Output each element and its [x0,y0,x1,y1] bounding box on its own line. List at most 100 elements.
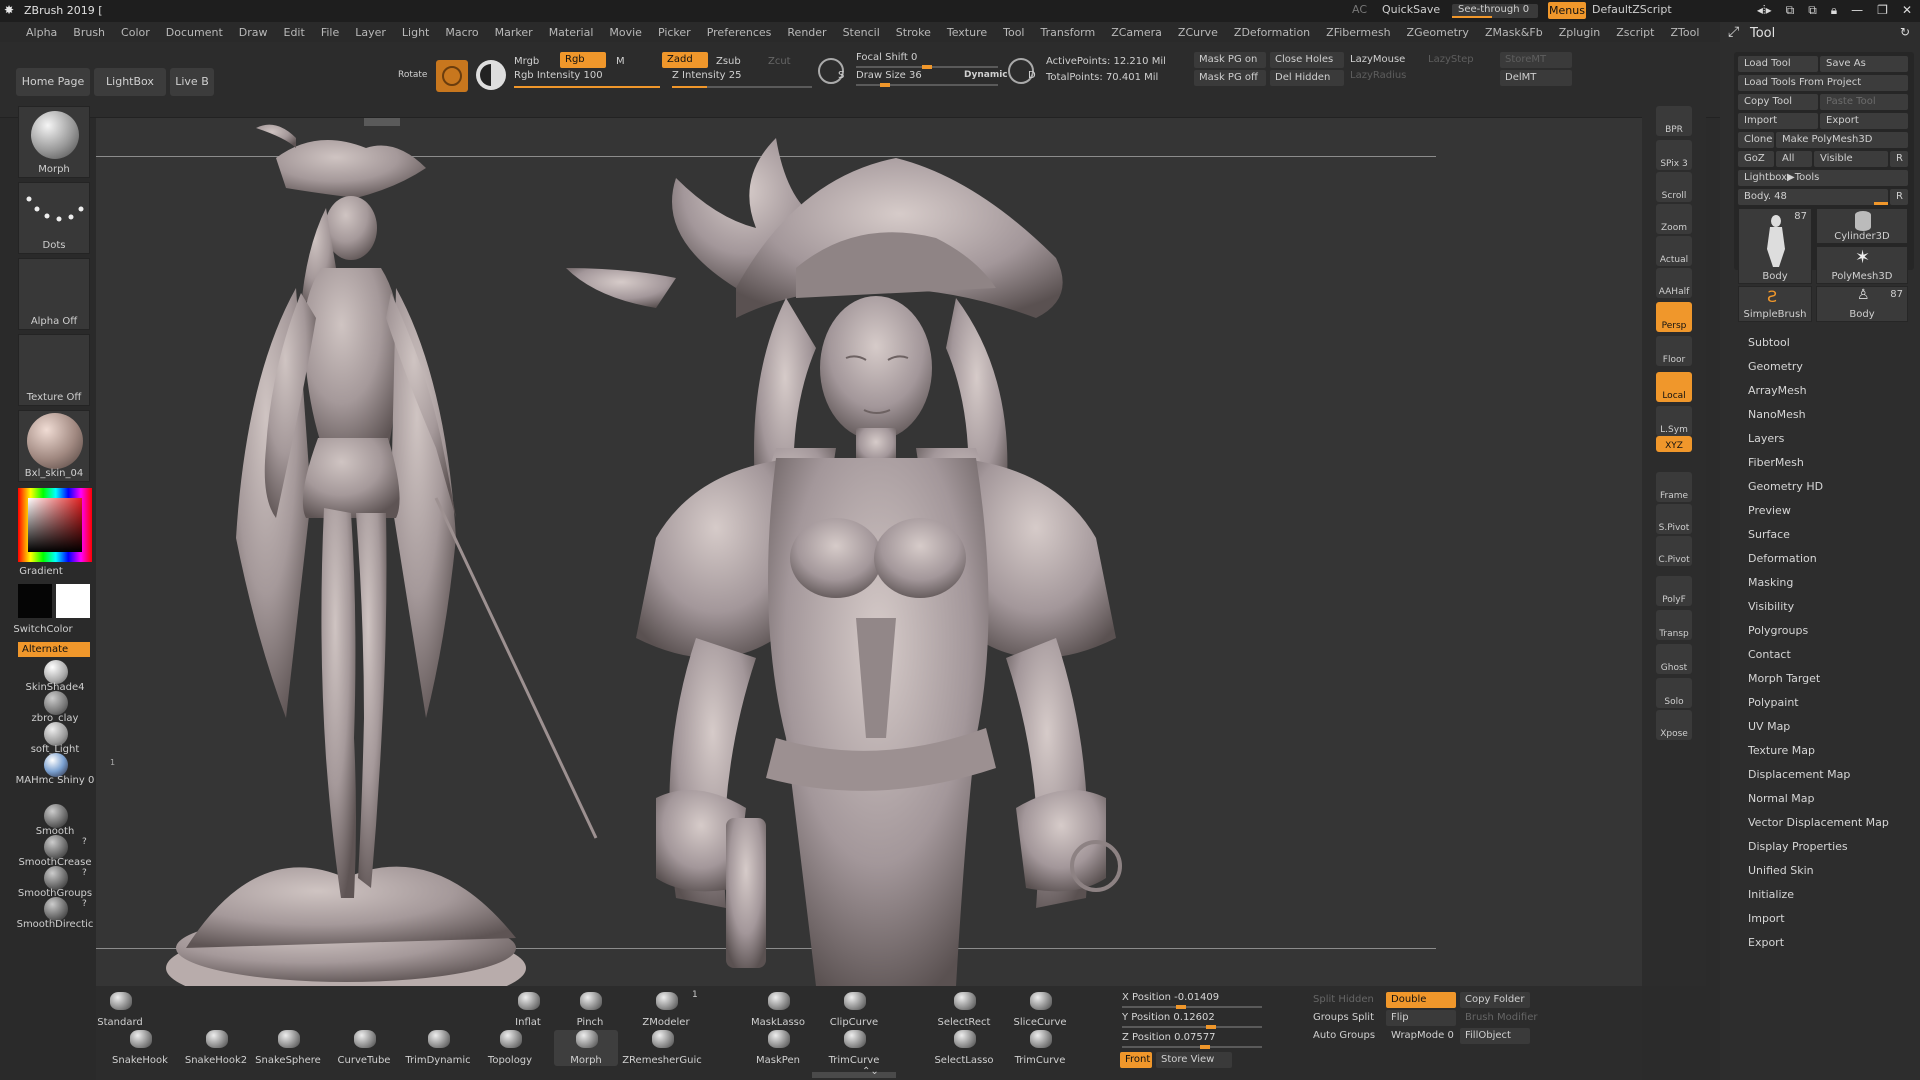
brush-topology[interactable]: Topology [478,1030,542,1066]
subpalette-subtool[interactable]: Subtool [1748,336,1790,349]
subpalette-displacement-map[interactable]: Displacement Map [1748,768,1850,781]
menus-button[interactable]: Menus [1548,2,1586,19]
lazyradius-label[interactable]: LazyRadius [1350,70,1406,81]
menu-movie[interactable]: Movie [601,26,650,39]
subpalette-geometry[interactable]: Geometry [1748,360,1803,373]
subpalette-initialize[interactable]: Initialize [1748,888,1794,901]
zsub-button[interactable]: Zsub [716,56,741,67]
brush-clipcurve[interactable]: ClipCurve [822,992,886,1028]
r-button[interactable]: R [1890,151,1908,167]
xyz-button[interactable]: XYZ [1656,436,1692,452]
menu-zfibermesh[interactable]: ZFibermesh [1318,26,1398,39]
brush-snakehook2[interactable]: SnakeHook2 [184,1030,248,1066]
home-page-button[interactable]: Home Page [16,68,90,96]
menu-alpha[interactable]: Alpha [18,26,65,39]
subpalette-contact[interactable]: Contact [1748,648,1791,661]
zcut-button[interactable]: Zcut [768,56,791,67]
visible-button[interactable]: Visible [1814,151,1888,167]
menu-zcamera[interactable]: ZCamera [1103,26,1170,39]
m-button[interactable]: M [616,56,625,67]
menu-edit[interactable]: Edit [276,26,313,39]
double-button[interactable]: Double [1386,992,1456,1008]
subpalette-nanomesh[interactable]: NanoMesh [1748,408,1806,421]
copy-folder-button[interactable]: Copy Folder [1460,992,1530,1008]
brush-modifier-slider[interactable]: Brush Modifier [1460,1010,1590,1026]
scroll-button[interactable]: Scroll [1656,172,1692,202]
subpalette-morph-target[interactable]: Morph Target [1748,672,1820,685]
menu-stencil[interactable]: Stencil [835,26,888,39]
material-selector[interactable]: Bxl_skin_04 [18,410,90,482]
see-through-slider[interactable]: See-through 0 [1452,4,1538,18]
menu-zgeometry[interactable]: ZGeometry [1399,26,1477,39]
canvas-viewport[interactable]: 1 [96,118,1642,986]
groups-split-button[interactable]: Groups Split [1308,1010,1380,1026]
subpalette-polygroups[interactable]: Polygroups [1748,624,1808,637]
subpalette-geometry-hd[interactable]: Geometry HD [1748,480,1823,493]
gradient-label[interactable]: Gradient [0,566,96,577]
close-holes-button[interactable]: Close Holes [1270,52,1344,68]
zadd-button[interactable]: Zadd [662,52,708,68]
solo-button[interactable]: Solo [1656,678,1692,708]
tool-thumb-body[interactable]: 87 Body [1738,208,1812,284]
storemt-button[interactable]: StoreMT [1500,52,1572,68]
close-icon[interactable]: ✕ [1902,3,1912,18]
tool-thumb-polymesh3d[interactable]: ✶ PolyMesh3D [1816,246,1908,284]
subpalette-fibermesh[interactable]: FiberMesh [1748,456,1804,469]
texture-selector[interactable]: Texture Off [18,334,90,406]
del-hidden-button[interactable]: Del Hidden [1270,70,1344,86]
alpha-selector[interactable]: Alpha Off [18,258,90,330]
zoom-button[interactable]: Zoom [1656,204,1692,234]
store-view-button[interactable]: Store View [1156,1052,1232,1068]
export-button[interactable]: Export [1820,113,1908,129]
local-button[interactable]: Local [1656,372,1692,402]
tool-thumb-simplebrush[interactable]: Ƨ SimpleBrush [1738,286,1812,322]
brush-pinch[interactable]: Pinch [558,992,622,1028]
subpalette-display-properties[interactable]: Display Properties [1748,840,1848,853]
subpalette-arraymesh[interactable]: ArrayMesh [1748,384,1807,397]
spix-button[interactable]: SPix 3 [1656,140,1692,170]
bpr-button[interactable]: BPR [1656,106,1692,136]
brush-selectrect[interactable]: SelectRect [932,992,996,1028]
tray-scroll-handle[interactable] [812,1072,896,1078]
subpalette-unified-skin[interactable]: Unified Skin [1748,864,1814,877]
menu-stroke[interactable]: Stroke [888,26,939,39]
mask-pg-on-button[interactable]: Mask PG on [1194,52,1266,68]
aahalf-button[interactable]: AAHalf [1656,268,1692,298]
fillobject-button[interactable]: FillObject [1460,1028,1530,1044]
goz-button[interactable]: GoZ [1738,151,1774,167]
rotate-label[interactable]: Rotate [398,70,427,80]
menu-macro[interactable]: Macro [437,26,486,39]
brush-curvetube[interactable]: CurveTube [332,1030,396,1066]
y-position-slider[interactable] [1122,1026,1262,1028]
menu-light[interactable]: Light [394,26,437,39]
menu-preferences[interactable]: Preferences [699,26,780,39]
auto-groups-button[interactable]: Auto Groups [1308,1028,1380,1044]
restore-icon[interactable]: ❐ [1877,3,1888,18]
brush-snakesphere[interactable]: SnakeSphere [255,1030,321,1066]
brush-masklasso[interactable]: MaskLasso [746,992,810,1028]
brush-standard[interactable]: Standard [88,992,152,1028]
subpalette-texture-map[interactable]: Texture Map [1748,744,1815,757]
menu-picker[interactable]: Picker [650,26,699,39]
subpalette-normal-map[interactable]: Normal Map [1748,792,1815,805]
x-position-slider[interactable] [1122,1006,1262,1008]
menu-marker[interactable]: Marker [487,26,541,39]
make-polymesh3d-button[interactable]: Make PolyMesh3D [1776,132,1908,148]
material-2-icon[interactable] [44,691,68,715]
menu-ztool[interactable]: ZTool [1662,26,1707,39]
menu-texture[interactable]: Texture [939,26,995,39]
subpalette-vector-displacement-map[interactable]: Vector Displacement Map [1748,816,1889,829]
spivot-button[interactable]: S.Pivot [1656,504,1692,534]
lazystep-label[interactable]: LazyStep [1428,54,1474,65]
subpalette-polypaint[interactable]: Polypaint [1748,696,1799,709]
load-tools-from-project-button[interactable]: Load Tools From Project [1738,75,1908,91]
brush-trimcurve[interactable]: TrimCurve [1008,1030,1072,1066]
front-button[interactable]: Front [1120,1052,1152,1068]
tray-collapse-icon[interactable]: ⌃⌄ [862,1066,879,1077]
brush-morph[interactable]: Morph [554,1030,618,1066]
smooth-brush-icon[interactable] [44,866,68,890]
split-hidden-button[interactable]: Split Hidden [1308,992,1380,1008]
brush-zmodeler[interactable]: ZModeler [634,992,698,1028]
lsym-button[interactable]: L.Sym [1656,406,1692,436]
subpalette-surface[interactable]: Surface [1748,528,1790,541]
